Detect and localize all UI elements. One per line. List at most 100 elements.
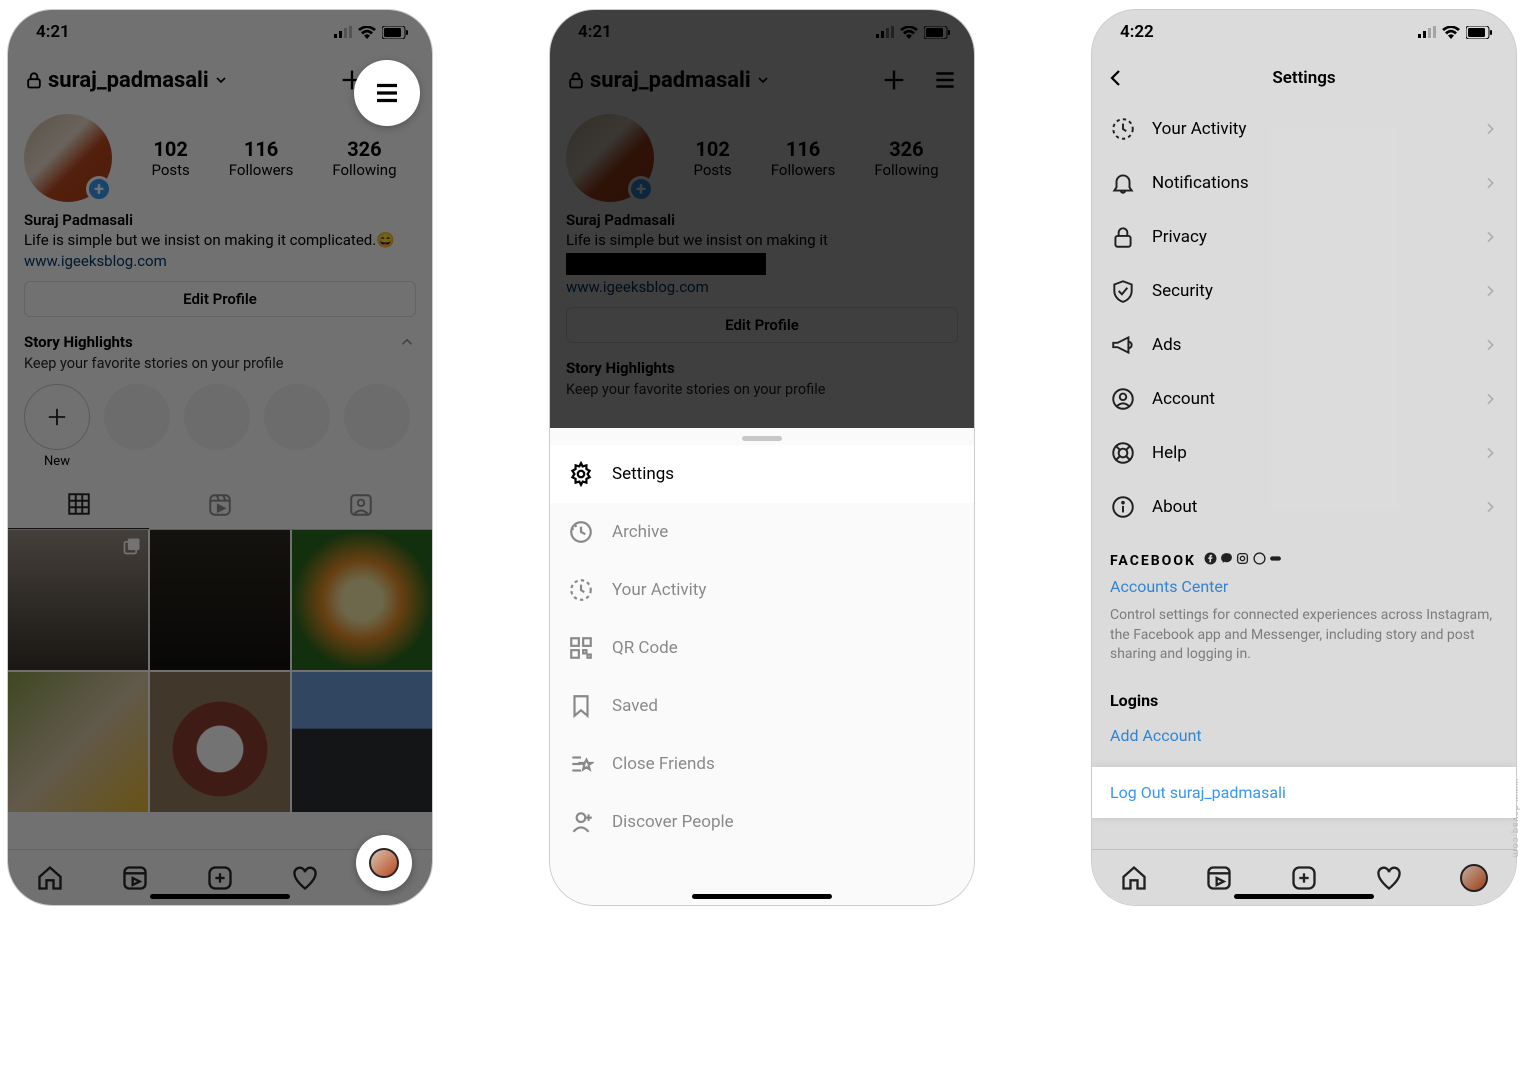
tab-reels[interactable]: [149, 481, 290, 529]
sheet-label: Close Friends: [612, 754, 715, 774]
post-thumbnail[interactable]: [292, 530, 432, 670]
sheet-item-discover[interactable]: Discover People: [550, 793, 974, 851]
status-time: 4:21: [36, 22, 70, 42]
bio-link[interactable]: www.igeeksblog.com: [24, 251, 416, 271]
sheet-label: Discover People: [612, 812, 734, 832]
shield-icon: [1110, 278, 1136, 304]
tab-tagged[interactable]: [291, 481, 432, 529]
post-thumbnail[interactable]: [150, 530, 290, 670]
profile-nav-highlight[interactable]: [356, 835, 412, 891]
reels-nav-icon[interactable]: [121, 864, 149, 892]
home-indicator: [1234, 894, 1374, 899]
phone-screen-3: 4:22 Settings Your Activity Notification…: [1092, 10, 1516, 905]
back-chevron-icon[interactable]: [1104, 66, 1128, 90]
status-bar: 4:21: [8, 10, 432, 54]
sheet-item-activity[interactable]: Your Activity: [550, 561, 974, 619]
settings-item-notifications[interactable]: Notifications: [1092, 156, 1516, 210]
chevron-right-icon: [1482, 283, 1498, 299]
settings-item-activity[interactable]: Your Activity: [1092, 102, 1516, 156]
highlight-new[interactable]: New: [24, 384, 90, 469]
heart-icon[interactable]: [1375, 864, 1403, 892]
activity-icon: [568, 577, 594, 603]
settings-label: Privacy: [1152, 227, 1207, 247]
lock-icon: [24, 70, 44, 90]
settings-item-help[interactable]: Help: [1092, 426, 1516, 480]
account-icon: [1110, 386, 1136, 412]
chevron-right-icon: [1482, 337, 1498, 353]
help-icon: [1110, 440, 1136, 466]
post-thumbnail[interactable]: [8, 672, 148, 812]
chevron-right-icon: [1482, 229, 1498, 245]
sheet-label: Saved: [612, 696, 658, 716]
profile-stats-row: + 102Posts 116Followers 326Following: [8, 106, 432, 206]
settings-label: Account: [1152, 389, 1215, 409]
accounts-center-link[interactable]: Accounts Center: [1110, 577, 1498, 596]
whatsapp-icon: [1253, 552, 1266, 565]
profile-nav-icon[interactable]: [1460, 864, 1488, 892]
sheet-item-saved[interactable]: Saved: [550, 677, 974, 735]
settings-list: Your Activity Notifications Privacy Secu…: [1092, 102, 1516, 534]
chevron-right-icon: [1482, 391, 1498, 407]
settings-item-ads[interactable]: Ads: [1092, 318, 1516, 372]
facebook-brand: FACEBOOK: [1110, 552, 1498, 569]
stat-following[interactable]: 326Following: [332, 137, 396, 179]
info-icon: [1110, 494, 1136, 520]
post-thumbnail[interactable]: [150, 672, 290, 812]
highlights-header[interactable]: Story Highlights: [8, 333, 432, 355]
home-indicator: [150, 894, 290, 899]
settings-label: Help: [1152, 443, 1187, 463]
post-thumbnail[interactable]: [8, 530, 148, 670]
messenger-icon: [1220, 552, 1233, 565]
carousel-icon: [122, 536, 142, 556]
stat-posts[interactable]: 102Posts: [151, 137, 189, 179]
sheet-label: Settings: [612, 464, 674, 484]
logout-link[interactable]: Log Out suraj_padmasali: [1092, 767, 1516, 818]
logins-header: Logins: [1092, 673, 1516, 712]
facebook-section: FACEBOOK Accounts Center Control setting…: [1092, 534, 1516, 673]
settings-item-about[interactable]: About: [1092, 480, 1516, 534]
username-dropdown[interactable]: suraj_padmasali: [24, 68, 229, 93]
edit-profile-button[interactable]: Edit Profile: [24, 281, 416, 317]
gear-icon: [568, 461, 594, 487]
avatar[interactable]: +: [24, 114, 112, 202]
post-thumbnail[interactable]: [292, 672, 432, 812]
sheet-handle[interactable]: [742, 436, 782, 441]
reels-icon: [207, 492, 233, 518]
accounts-center-desc: Control settings for connected experienc…: [1110, 606, 1498, 665]
add-nav-icon[interactable]: [1290, 864, 1318, 892]
add-account-link[interactable]: Add Account: [1092, 712, 1516, 759]
sheet-item-close-friends[interactable]: Close Friends: [550, 735, 974, 793]
sheet-item-archive[interactable]: Archive: [550, 503, 974, 561]
wifi-icon: [1442, 26, 1460, 39]
sheet-label: QR Code: [612, 638, 678, 658]
plus-icon: [43, 403, 71, 431]
settings-item-privacy[interactable]: Privacy: [1092, 210, 1516, 264]
chevron-up-icon: [398, 333, 416, 351]
profile-tabs: [8, 481, 432, 530]
bell-icon: [1110, 170, 1136, 196]
settings-label: Notifications: [1152, 173, 1249, 193]
sheet-item-qr[interactable]: QR Code: [550, 619, 974, 677]
highlights-row: New: [8, 384, 432, 481]
chevron-right-icon: [1482, 175, 1498, 191]
chevron-right-icon: [1482, 445, 1498, 461]
chevron-down-icon: [213, 72, 229, 88]
settings-item-account[interactable]: Account: [1092, 372, 1516, 426]
stat-followers[interactable]: 116Followers: [229, 137, 294, 179]
home-icon[interactable]: [36, 864, 64, 892]
lock-icon: [1110, 224, 1136, 250]
settings-header: Settings: [1092, 54, 1516, 102]
hamburger-button-highlight[interactable]: [354, 60, 420, 126]
add-nav-icon[interactable]: [206, 864, 234, 892]
heart-icon[interactable]: [291, 864, 319, 892]
add-story-plus-icon[interactable]: +: [86, 176, 112, 202]
tab-grid[interactable]: [8, 481, 149, 529]
sheet-item-settings[interactable]: Settings: [550, 445, 974, 503]
settings-item-security[interactable]: Security: [1092, 264, 1516, 318]
home-icon[interactable]: [1120, 864, 1148, 892]
page-title: Settings: [1272, 68, 1335, 88]
bio-text: Life is simple but we insist on making i…: [24, 231, 376, 249]
qr-icon: [568, 635, 594, 661]
reels-nav-icon[interactable]: [1205, 864, 1233, 892]
fb-icon: [1204, 552, 1217, 565]
